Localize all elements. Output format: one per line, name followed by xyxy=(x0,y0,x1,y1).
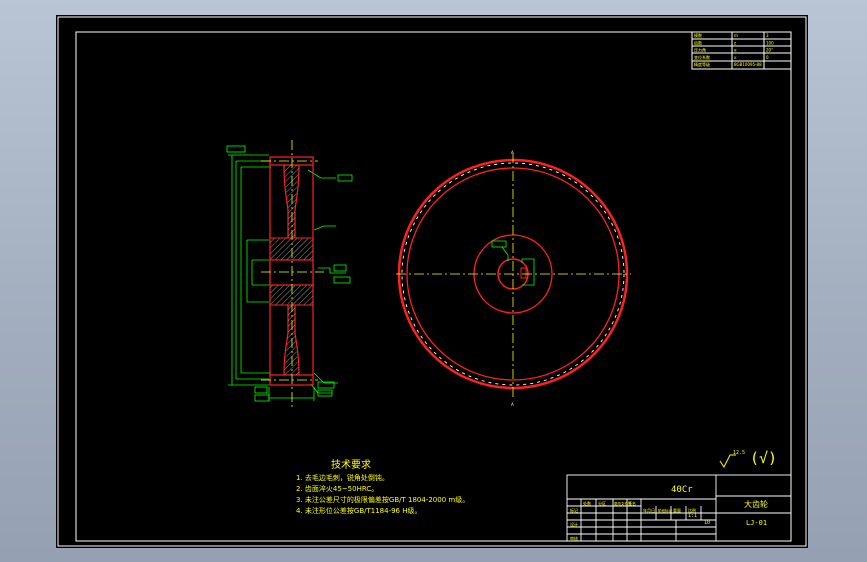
tech-requirement-item: 1. 去毛边毛刺，锐角处倒钝。 xyxy=(296,473,389,482)
param-cell: 8GB10095-88 xyxy=(734,62,762,67)
hub-lower-hatch xyxy=(269,284,314,306)
param-cell: 3 xyxy=(766,33,769,38)
scale-text: 1:1 xyxy=(688,513,697,519)
roughness-value: 12.5 xyxy=(733,450,745,456)
parameter-table: 模数 m 3 齿数 z 100 压力角 α 20° 变位系数 x 0 精度等级 8GB10095-88 xyxy=(691,31,792,70)
front-centerlines xyxy=(396,153,631,397)
cad-drawing: 模数 m 3 齿数 z 100 压力角 α 20° 变位系数 x 0 精度等级 8GB10095-88 xyxy=(57,16,807,547)
section-label-bottom: A xyxy=(511,402,514,407)
tech-requirements: 技术要求 1. 去毛边毛刺，锐角处倒钝。 2. 齿面淬火45~50HRC。 3.… xyxy=(296,458,469,515)
param-cell: 齿数 xyxy=(694,39,702,45)
col-label: 分区 xyxy=(598,500,606,506)
front-view: A A xyxy=(396,150,631,407)
material-text: 40Cr xyxy=(671,485,693,495)
row-label: 审核 xyxy=(570,535,578,541)
keyway xyxy=(520,267,527,279)
outer-frame xyxy=(57,16,807,547)
tech-requirement-item: 4. 未注形位公差按GB/T1184-96 H级。 xyxy=(296,506,422,515)
param-cell: 模数 xyxy=(694,32,702,38)
param-cell: z xyxy=(734,40,736,45)
col-label: 重量 xyxy=(673,507,681,513)
row-label: 标记 xyxy=(570,507,578,513)
inner-border xyxy=(75,31,792,542)
col-label: 年月日 xyxy=(643,507,655,513)
hub-upper-hatch xyxy=(269,237,314,261)
sheet-text: 10 xyxy=(704,520,710,526)
drawing-number-text: LJ-01 xyxy=(746,519,767,527)
param-cell: α xyxy=(734,48,737,53)
tech-requirement-item: 2. 齿面淬火45~50HRC。 xyxy=(296,484,378,493)
section-view xyxy=(226,140,353,407)
param-cell: x xyxy=(734,55,737,60)
col-label: 阶段标记 xyxy=(658,508,672,513)
param-cell: 压力角 xyxy=(694,47,706,53)
param-cell: 0 xyxy=(766,55,769,60)
col-label: 比例 xyxy=(688,507,696,513)
param-cell: m xyxy=(734,33,738,38)
roughness-other: (√) xyxy=(750,449,777,467)
part-name-text: 大齿轮 xyxy=(744,499,768,509)
section-label-top: A xyxy=(511,150,514,155)
col-label: 处数 xyxy=(583,500,591,506)
param-cell: 100 xyxy=(766,40,774,45)
param-cell: 20° xyxy=(766,48,773,53)
bore xyxy=(269,259,314,286)
param-cell: 变位系数 xyxy=(694,54,710,60)
roughness-symbol: 12.5 (√) xyxy=(719,449,777,468)
param-cell: 精度等级 xyxy=(694,61,710,67)
col-label: 签名 xyxy=(628,500,636,506)
tech-requirements-title: 技术要求 xyxy=(331,458,371,471)
row-label: 设计 xyxy=(570,521,578,527)
drawing-viewport[interactable]: 模数 m 3 齿数 z 100 压力角 α 20° 变位系数 x 0 精度等级 8GB10095-88 xyxy=(56,15,808,548)
tech-requirement-item: 3. 未注公差尺寸的极限偏差按GB/T 1804-2000 m级。 xyxy=(296,495,469,504)
